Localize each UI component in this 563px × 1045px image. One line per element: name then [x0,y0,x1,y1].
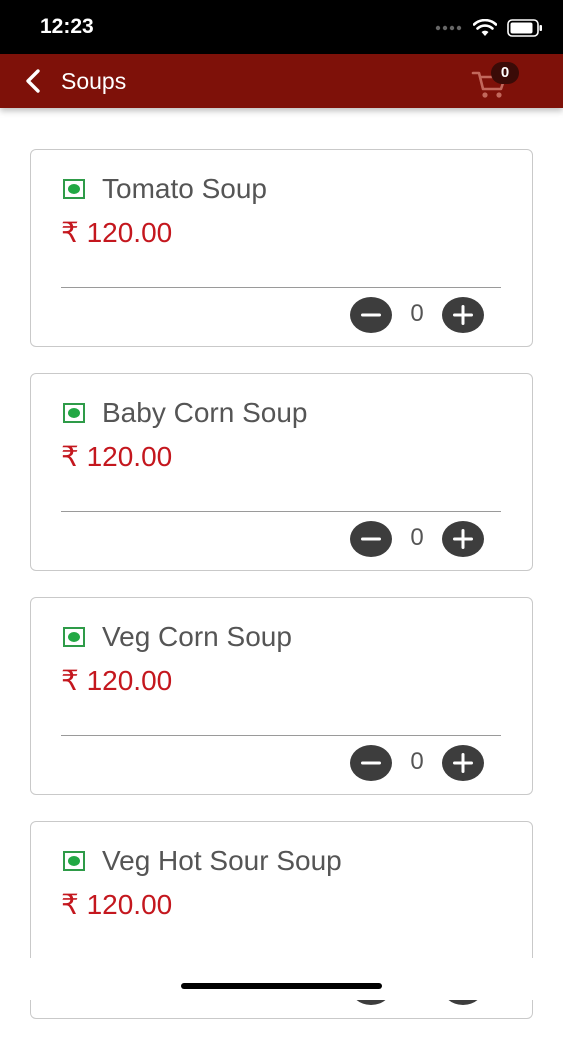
veg-indicator-icon [63,851,85,871]
cart-count-badge: 0 [491,62,519,84]
divider [61,735,501,736]
quantity-value: 0 [410,524,424,551]
divider [61,511,501,512]
soup-list: Tomato Soup ₹ 120.00 0 Baby Corn Soup ₹ … [30,149,533,1045]
item-price: ₹ 120.00 [61,889,173,920]
menu-item-card: Tomato Soup ₹ 120.00 0 [30,149,533,347]
plus-icon [442,745,484,781]
item-price: ₹ 120.00 [61,217,173,248]
chevron-left-icon [26,69,40,93]
minus-icon [350,297,392,333]
item-name: Veg Corn Soup [102,621,292,652]
menu-item-card: Veg Corn Soup ₹ 120.00 0 [30,597,533,795]
wifi-icon [473,19,497,36]
increase-quantity-button[interactable] [442,297,484,333]
page-title: Soups [61,68,127,94]
nav-bar: Soups 0 [0,54,563,108]
item-price: ₹ 120.00 [61,665,173,696]
cart-button[interactable]: 0 [470,62,522,102]
item-price: ₹ 120.00 [61,441,173,472]
divider [61,287,501,288]
minus-icon [350,521,392,557]
home-indicator[interactable] [181,983,382,989]
item-name: Tomato Soup [102,173,267,204]
veg-indicator-icon [63,627,85,647]
status-icons [435,17,543,39]
signal-icon [435,25,462,31]
increase-quantity-button[interactable] [442,521,484,557]
quantity-value: 0 [410,300,424,327]
plus-icon [442,521,484,557]
veg-indicator-icon [63,179,85,199]
status-bar: 12:23 [0,0,563,54]
minus-icon [350,745,392,781]
quantity-value: 0 [410,748,424,775]
item-name: Veg Hot Sour Soup [102,845,342,876]
status-time: 12:23 [40,15,94,38]
plus-icon [442,297,484,333]
veg-indicator-icon [63,403,85,423]
increase-quantity-button[interactable] [442,745,484,781]
battery-icon [507,19,542,37]
decrease-quantity-button[interactable] [350,297,392,333]
back-button[interactable] [20,67,48,95]
item-name: Baby Corn Soup [102,397,308,428]
decrease-quantity-button[interactable] [350,521,392,557]
decrease-quantity-button[interactable] [350,745,392,781]
bottom-safe-area [0,958,563,1000]
menu-item-card: Baby Corn Soup ₹ 120.00 0 [30,373,533,571]
